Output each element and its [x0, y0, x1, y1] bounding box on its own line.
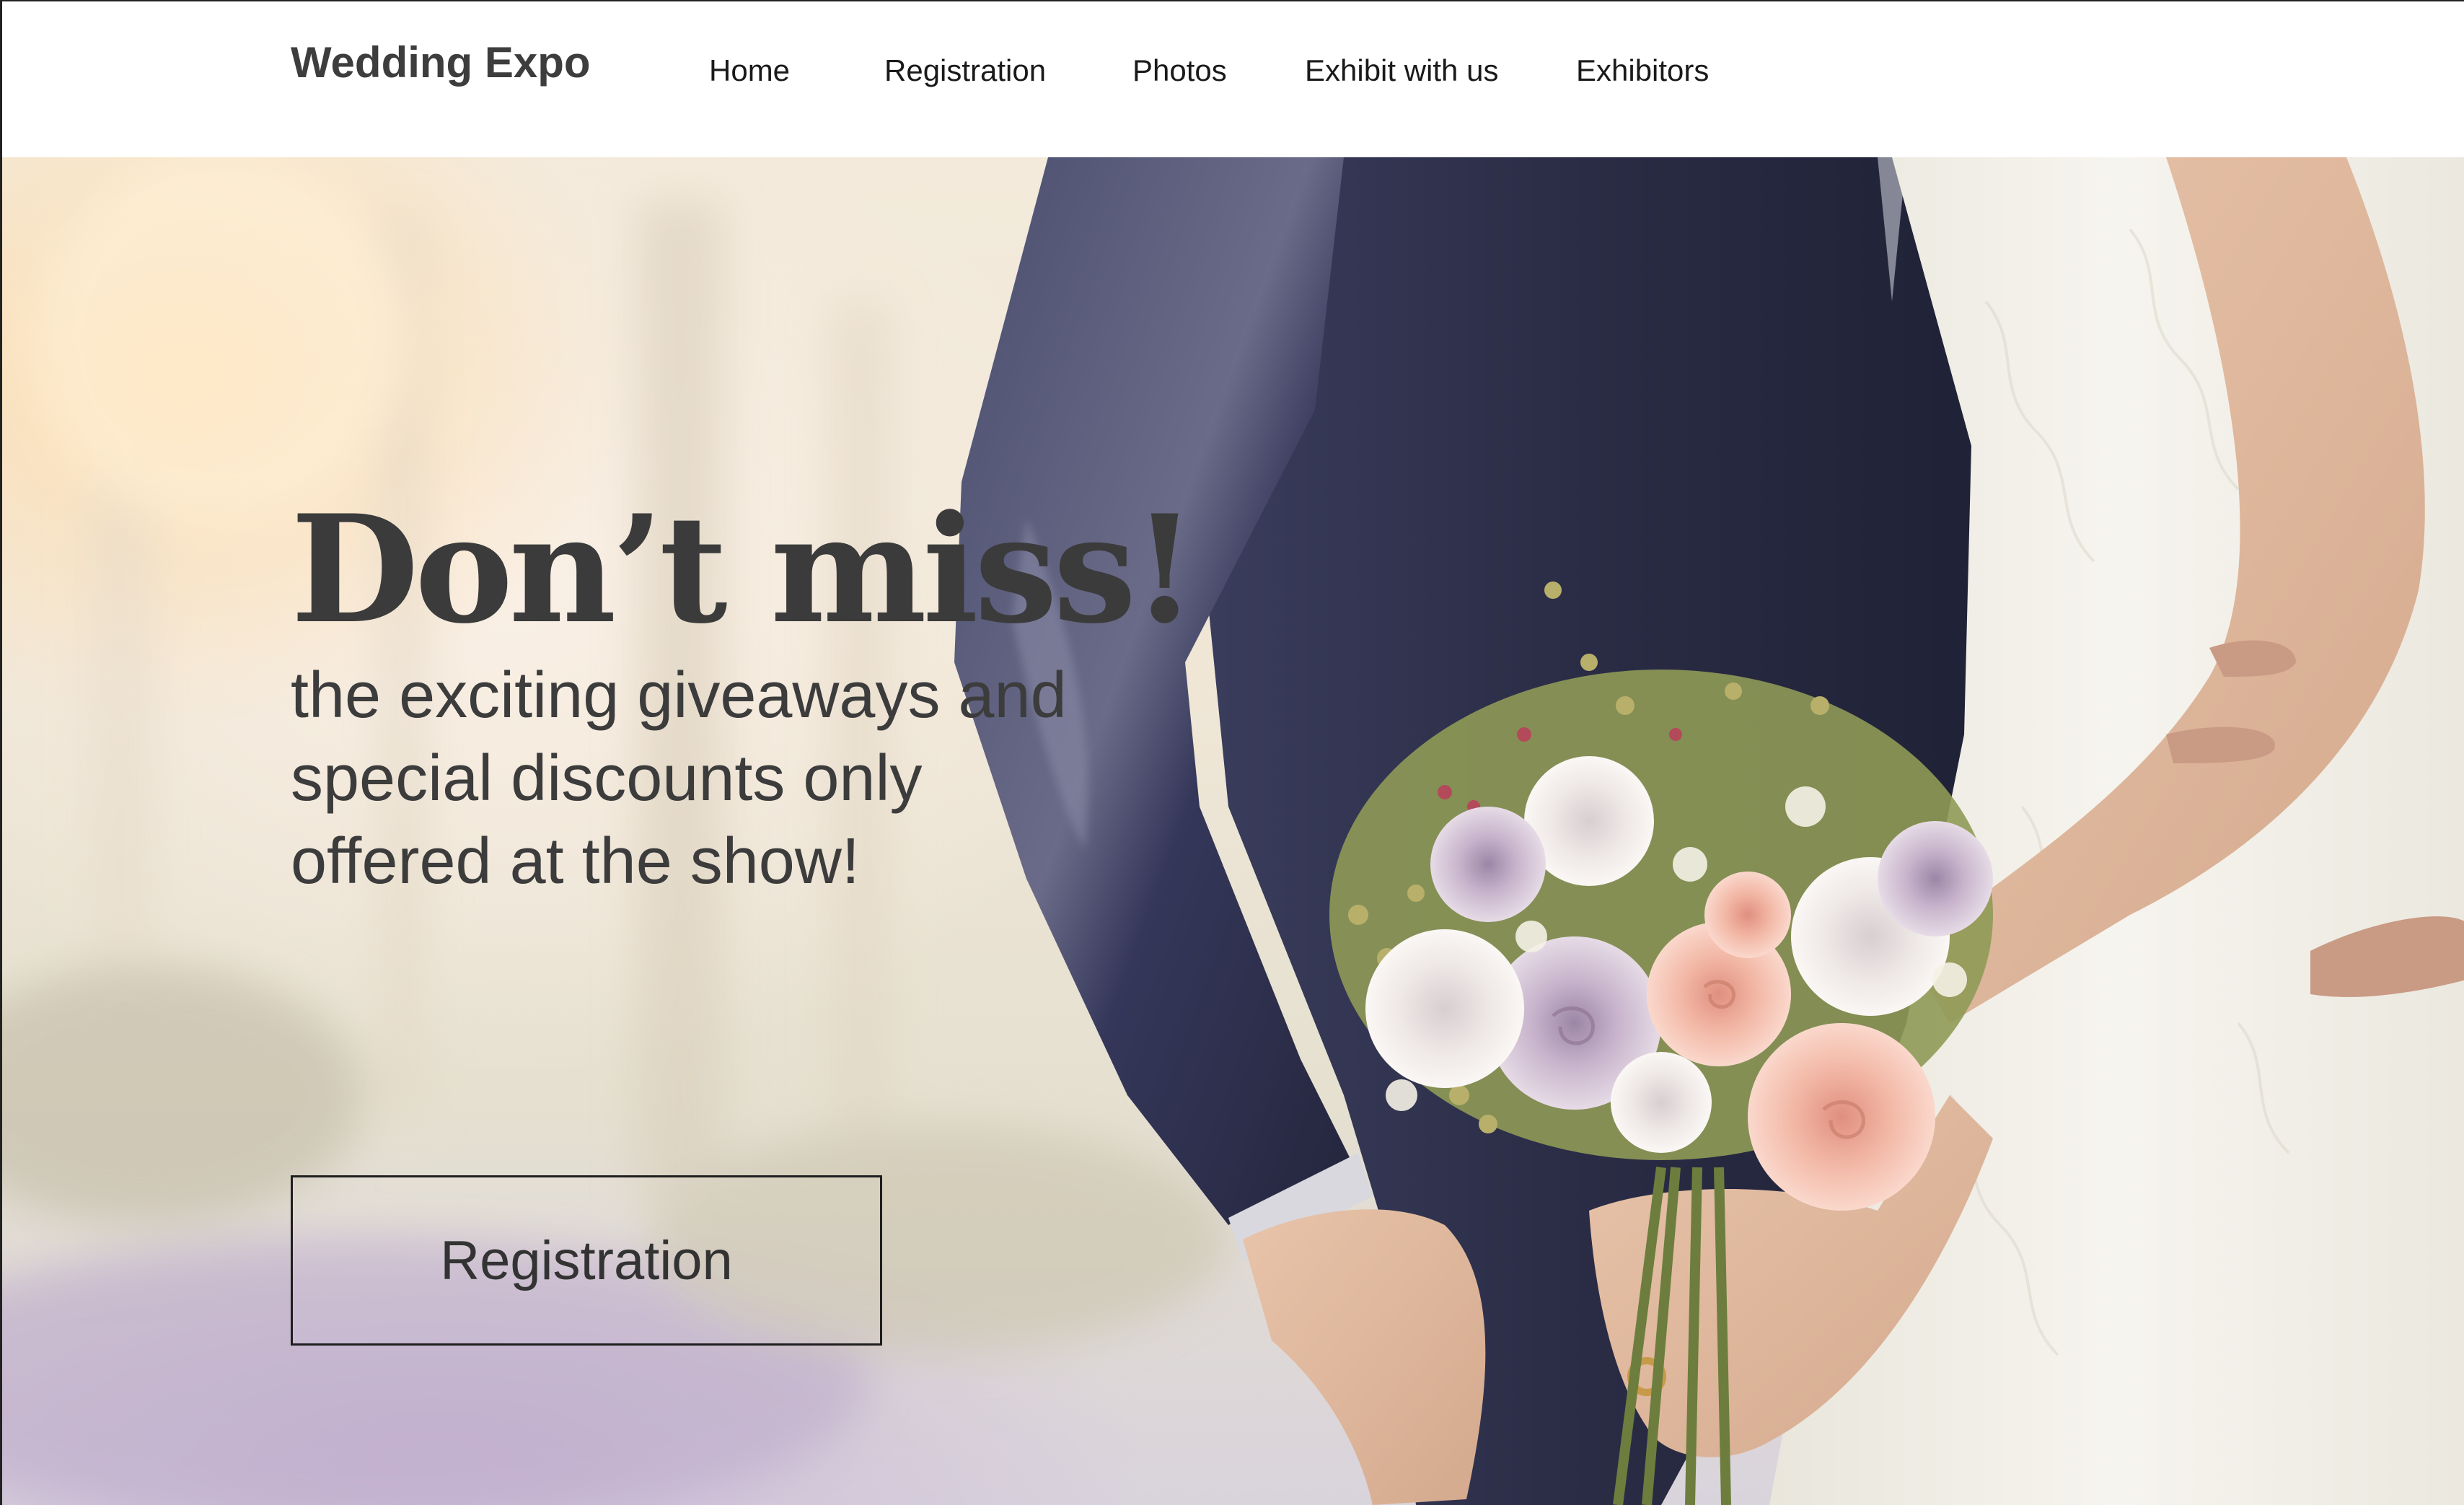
hero-section: Don’t miss! the exciting giveaways and s… [2, 157, 2464, 1505]
nav-exhibitors[interactable]: Exhibitors [1576, 53, 1709, 88]
site-header: Wedding Expo Home Registration Photos Ex… [2, 0, 2464, 157]
hero-headline: Don’t miss! [291, 483, 1197, 657]
page: Wedding Expo Home Registration Photos Ex… [0, 0, 2464, 1505]
hero-subtext: the exciting giveaways and special disco… [291, 659, 1067, 898]
nav-photos[interactable]: Photos [1132, 53, 1227, 88]
nav-registration[interactable]: Registration [884, 53, 1046, 88]
site-logo[interactable]: Wedding Expo [291, 38, 591, 87]
nav-home[interactable]: Home [709, 53, 790, 88]
hero-text-block: Don’t miss! the exciting giveaways and s… [291, 483, 1197, 903]
nav-exhibit-with-us[interactable]: Exhibit with us [1305, 53, 1498, 88]
registration-button[interactable]: Registration [291, 1175, 882, 1346]
